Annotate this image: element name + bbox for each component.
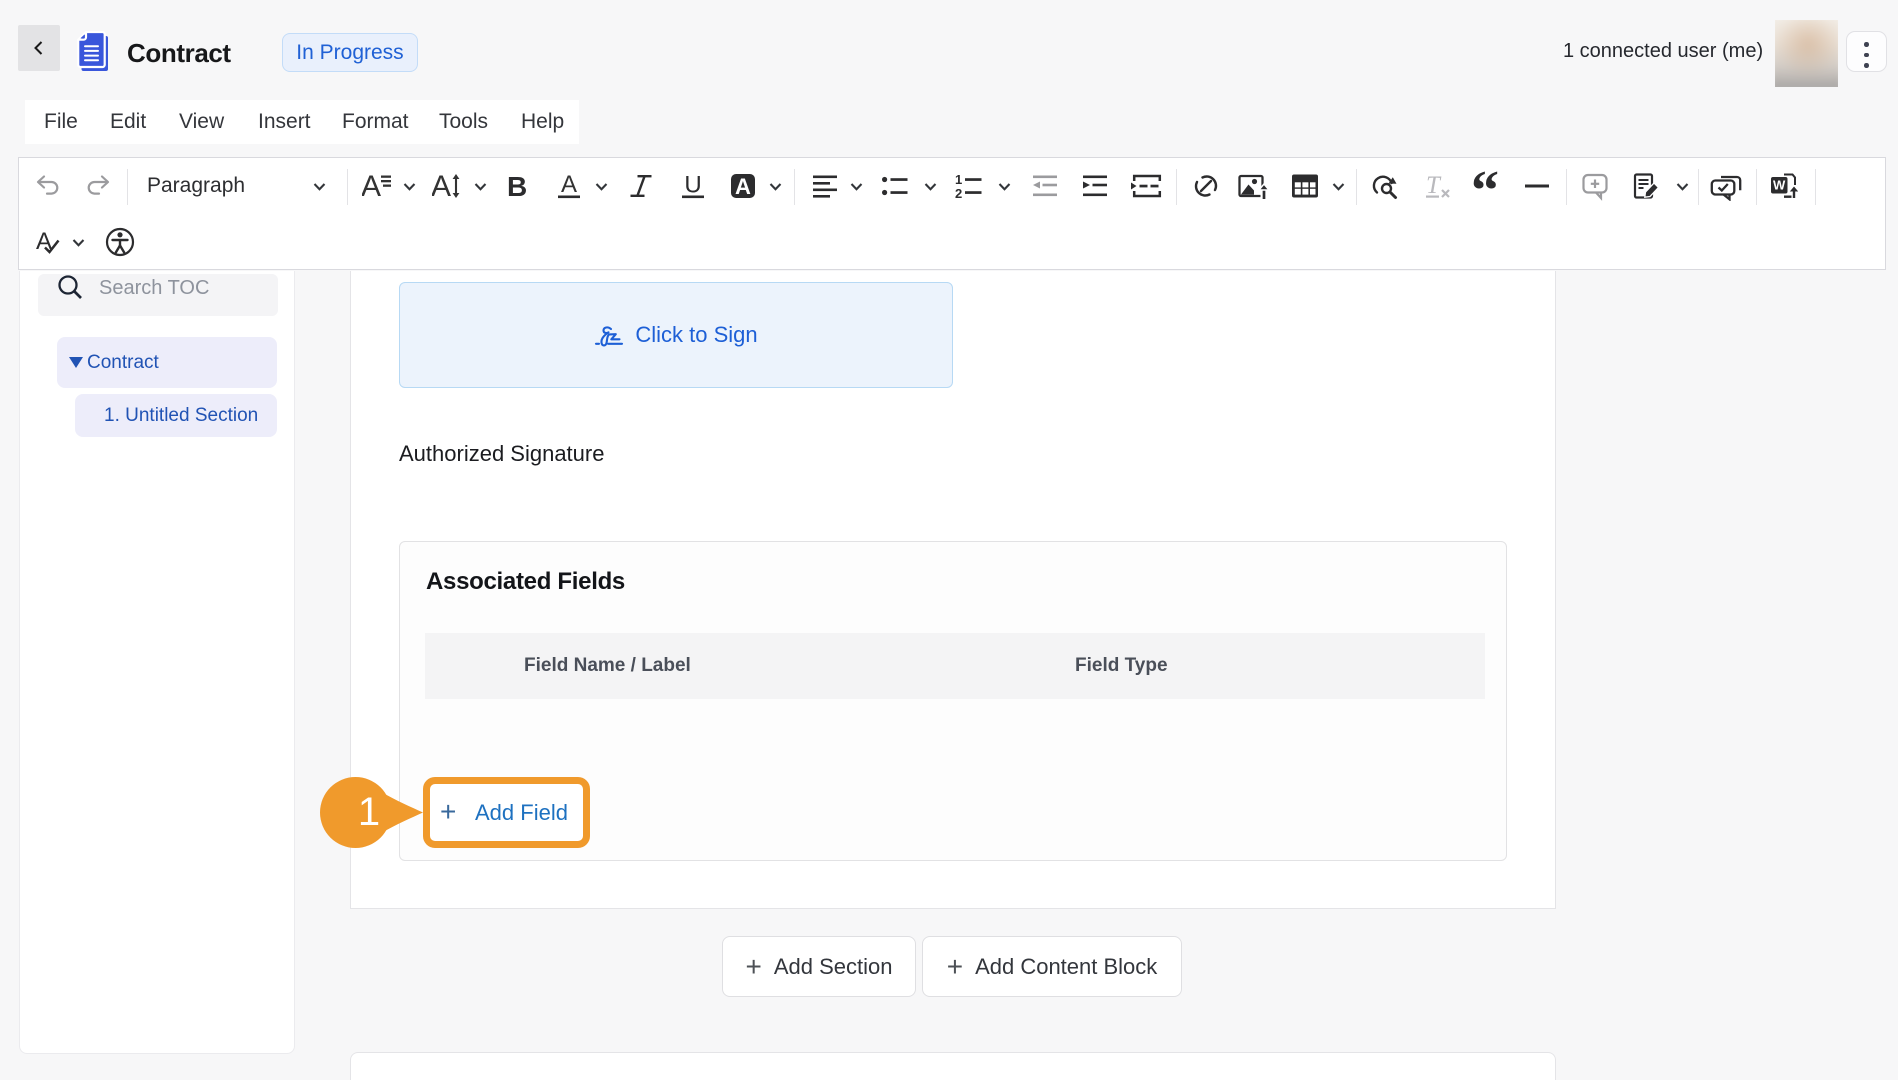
svg-text:W: W: [1773, 178, 1786, 193]
svg-text:B: B: [507, 171, 527, 201]
svg-text:2: 2: [955, 186, 962, 201]
svg-text:T: T: [1426, 172, 1442, 199]
svg-text:1: 1: [955, 172, 962, 187]
svg-text:“: “: [1473, 171, 1499, 201]
svg-text:A: A: [362, 171, 381, 201]
svg-text:U: U: [684, 172, 701, 199]
svg-text:A: A: [735, 174, 751, 199]
svg-text:A: A: [432, 171, 451, 201]
svg-text:A: A: [561, 171, 577, 198]
